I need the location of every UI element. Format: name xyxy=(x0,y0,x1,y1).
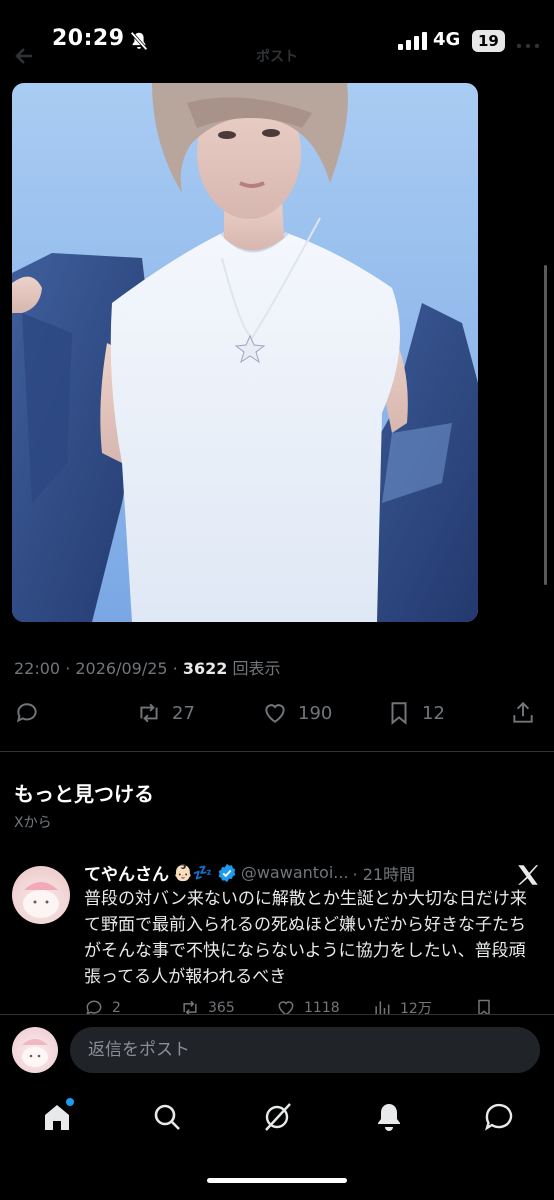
notification-dot xyxy=(66,1098,74,1106)
my-avatar-image xyxy=(22,1039,48,1067)
avatar-image xyxy=(23,882,59,918)
avatar[interactable] xyxy=(12,866,70,924)
reply-button[interactable] xyxy=(14,696,40,730)
bottom-nav xyxy=(0,1086,554,1156)
verified-icon xyxy=(218,863,236,882)
nav-search[interactable] xyxy=(150,1100,184,1134)
tweet-text[interactable]: 普段の対バン来ないのに解散とか生誕とか大切な日だけ来て野面で最前入られるの死ぬほ… xyxy=(84,886,534,990)
reply-icon xyxy=(16,703,37,723)
portrait-image xyxy=(12,83,478,622)
notifications-icon xyxy=(378,1104,400,1131)
reply-bar: 返信をポスト xyxy=(0,1014,554,1086)
like-count: 190 xyxy=(298,702,333,724)
retweet-button[interactable]: 27 xyxy=(136,696,195,730)
tweet-actions: 2 365 1118 12万 xyxy=(84,996,504,1016)
name-emoji: 👶🏻💤 xyxy=(173,863,213,882)
more-icon[interactable] xyxy=(516,36,540,56)
search-icon xyxy=(154,1104,180,1130)
divider xyxy=(0,751,554,752)
messages-icon xyxy=(484,1103,513,1131)
reply-input[interactable]: 返信をポスト xyxy=(70,1027,540,1073)
status-bar: 20:29 4G 19 xyxy=(0,0,554,80)
retweet-icon xyxy=(140,703,158,723)
nav-messages[interactable] xyxy=(482,1100,516,1134)
scrollbar[interactable] xyxy=(544,265,547,585)
bookmark-icon xyxy=(391,702,407,725)
post-timestamp: 22:00 · 2026/09/25 · xyxy=(14,659,183,678)
my-avatar[interactable] xyxy=(12,1027,58,1073)
display-name[interactable]: てやんさん xyxy=(84,860,169,885)
post-actions: 27 190 12 xyxy=(0,696,554,730)
views-count: 3622 xyxy=(182,659,228,678)
nav-grok[interactable] xyxy=(260,1100,294,1134)
like-button[interactable]: 190 xyxy=(262,696,332,730)
bookmark-count: 12 xyxy=(422,702,445,724)
post-meta: 22:00 · 2026/09/25 · 3622 回表示 xyxy=(14,655,280,679)
bookmark-button[interactable]: 12 xyxy=(386,696,445,730)
tweet-header: てやんさん 👶🏻💤 @wawantoi... · 21時間 xyxy=(84,860,415,885)
share-button[interactable] xyxy=(510,696,536,730)
retweet-count: 27 xyxy=(172,702,195,724)
grok-icon xyxy=(265,1103,291,1131)
user-handle: @wawantoi... xyxy=(240,863,349,882)
section-title: もっと見つける xyxy=(14,782,154,806)
nav-notifications[interactable] xyxy=(372,1100,406,1134)
page-title: ポスト xyxy=(256,49,298,65)
like-icon xyxy=(265,704,285,723)
post-photo[interactable] xyxy=(12,83,478,622)
tweet-time: · 21時間 xyxy=(352,864,416,884)
x-logo-icon xyxy=(518,865,539,885)
share-icon xyxy=(513,701,533,723)
home-indicator xyxy=(207,1178,347,1183)
nav-home[interactable] xyxy=(40,1098,74,1134)
views-label: 回表示 xyxy=(232,659,281,678)
section-subtitle: Xから xyxy=(14,815,52,831)
